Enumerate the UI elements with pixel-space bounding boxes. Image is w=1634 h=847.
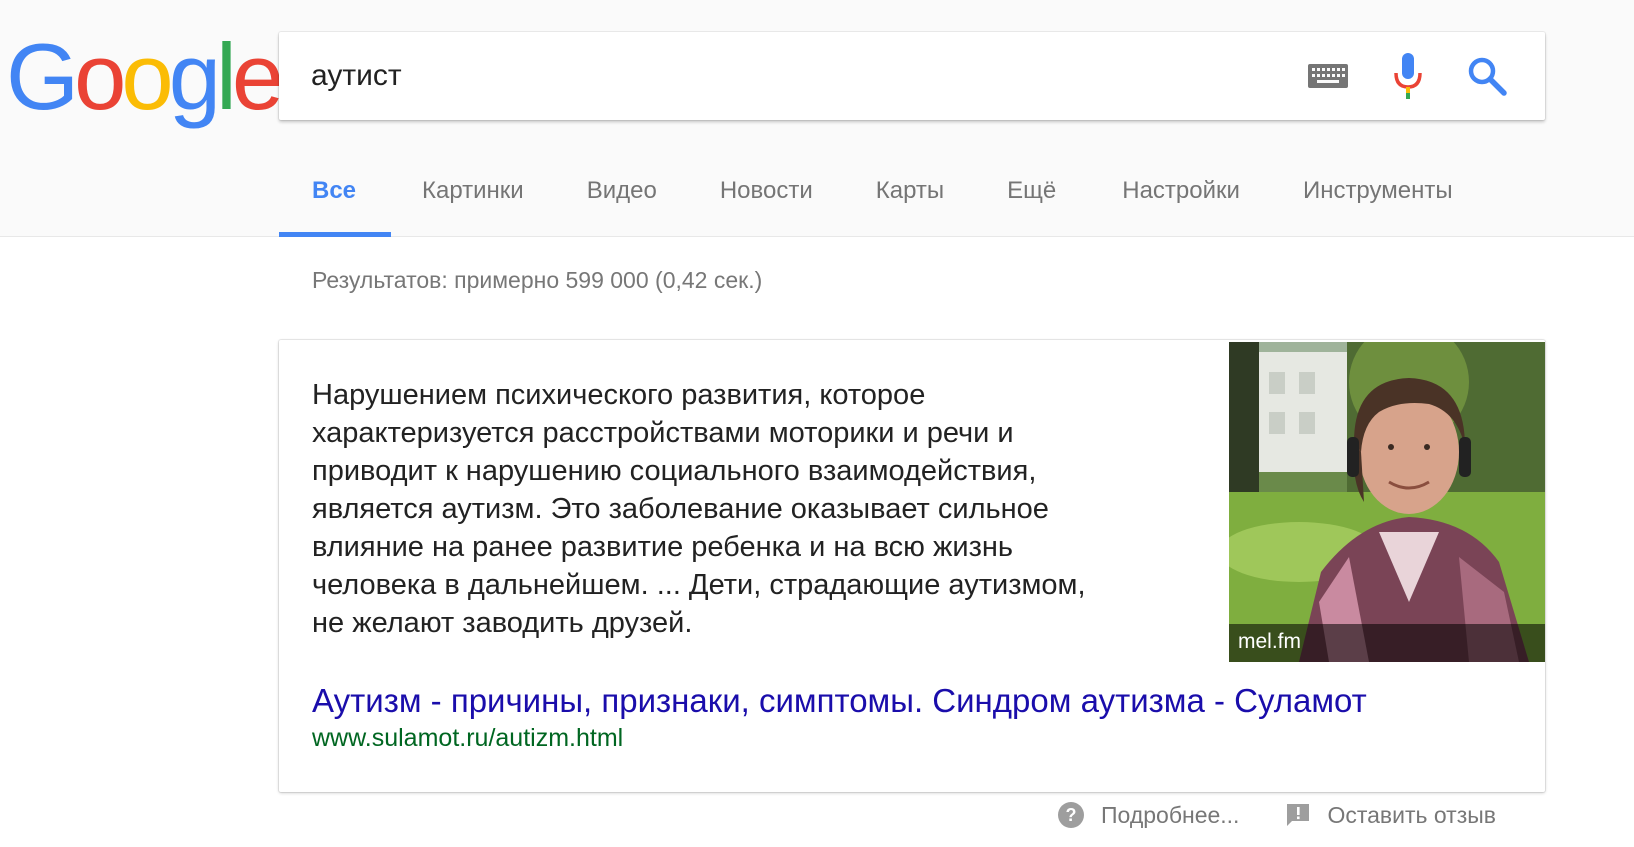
snippet-line: не желают заводить друзей. xyxy=(312,607,693,639)
more-info-link[interactable]: ? Подробнее... xyxy=(1057,801,1239,829)
snippet-footer: ? Подробнее... Оставить отзыв xyxy=(1057,795,1496,835)
logo-letter: o xyxy=(74,24,126,129)
result-stats: Результатов: примерно 599 000 (0,42 сек.… xyxy=(312,267,763,293)
snippet-line: характеризуется расстройствами моторики … xyxy=(312,417,1014,449)
snippet-text: Нарушением психического развития, которо… xyxy=(312,376,1192,642)
featured-snippet-card: Нарушением психического развития, которо… xyxy=(279,340,1545,792)
logo-letter: g xyxy=(168,24,221,129)
logo-letter: G xyxy=(6,24,79,129)
tab-tools[interactable]: Инструменты xyxy=(1303,170,1453,237)
search-box xyxy=(279,32,1545,120)
svg-text:?: ? xyxy=(1066,805,1077,825)
result-url: www.sulamot.ru/autizm.html xyxy=(312,724,624,752)
tab-more[interactable]: Ещё xyxy=(1007,170,1056,237)
tab-maps[interactable]: Карты xyxy=(876,170,944,237)
snippet-thumbnail[interactable]: mel.fm xyxy=(1229,342,1545,662)
thumbnail-source: mel.fm xyxy=(1229,624,1545,662)
tab-news[interactable]: Новости xyxy=(720,170,813,237)
google-logo[interactable]: Google xyxy=(6,24,284,129)
keyboard-icon[interactable] xyxy=(1308,64,1348,88)
snippet-line: является аутизм. Это заболевание оказыва… xyxy=(312,493,1049,525)
header: Google Все Картинки Видео Новости Карты xyxy=(0,0,1634,237)
search-tabs: Все Картинки Видео Новости Карты Ещё Нас… xyxy=(279,170,1453,237)
help-circle-icon: ? xyxy=(1058,802,1084,828)
feedback-label: Оставить отзыв xyxy=(1327,801,1496,828)
logo-letter: o xyxy=(121,24,173,129)
feedback-icon xyxy=(1287,804,1310,826)
tab-all[interactable]: Все xyxy=(279,170,391,237)
snippet-line: влияние на ранее развитие ребенка и на в… xyxy=(312,531,1013,563)
person-photo xyxy=(1229,342,1545,662)
result-title-link[interactable]: Аутизм - причины, признаки, симптомы. Си… xyxy=(312,682,1367,720)
tab-settings[interactable]: Настройки xyxy=(1122,170,1240,237)
mic-icon[interactable] xyxy=(1393,53,1423,99)
more-info-label: Подробнее... xyxy=(1101,801,1240,828)
search-icon[interactable] xyxy=(1467,56,1507,96)
logo-letter: e xyxy=(231,24,284,129)
tab-images[interactable]: Картинки xyxy=(422,170,524,237)
snippet-line: Нарушением психического развития, которо… xyxy=(312,379,926,411)
snippet-line: приводит к нарушению социального взаимод… xyxy=(312,455,1037,487)
search-input[interactable] xyxy=(311,52,1271,100)
tab-video[interactable]: Видео xyxy=(587,170,657,237)
feedback-link[interactable]: Оставить отзыв xyxy=(1285,802,1496,829)
snippet-line: человека в дальнейшем. ... Дети, страдаю… xyxy=(312,569,1086,601)
logo-letter: l xyxy=(215,24,237,129)
